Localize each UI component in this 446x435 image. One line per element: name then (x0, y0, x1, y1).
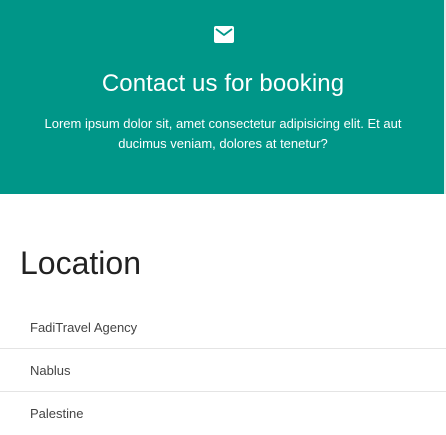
contact-hero: Contact us for booking Lorem ipsum dolor… (0, 0, 446, 194)
location-item-agency: FadiTravel Agency (0, 306, 446, 349)
hero-description: Lorem ipsum dolor sit, amet consectetur … (44, 116, 402, 151)
location-list: FadiTravel Agency Nablus Palestine (0, 306, 446, 435)
hero-title: Contact us for booking (101, 70, 345, 97)
location-title: Location (20, 245, 141, 281)
envelope-icon (214, 26, 234, 43)
location-item-city: Nablus (0, 349, 446, 392)
location-item-country: Palestine (30, 406, 84, 421)
